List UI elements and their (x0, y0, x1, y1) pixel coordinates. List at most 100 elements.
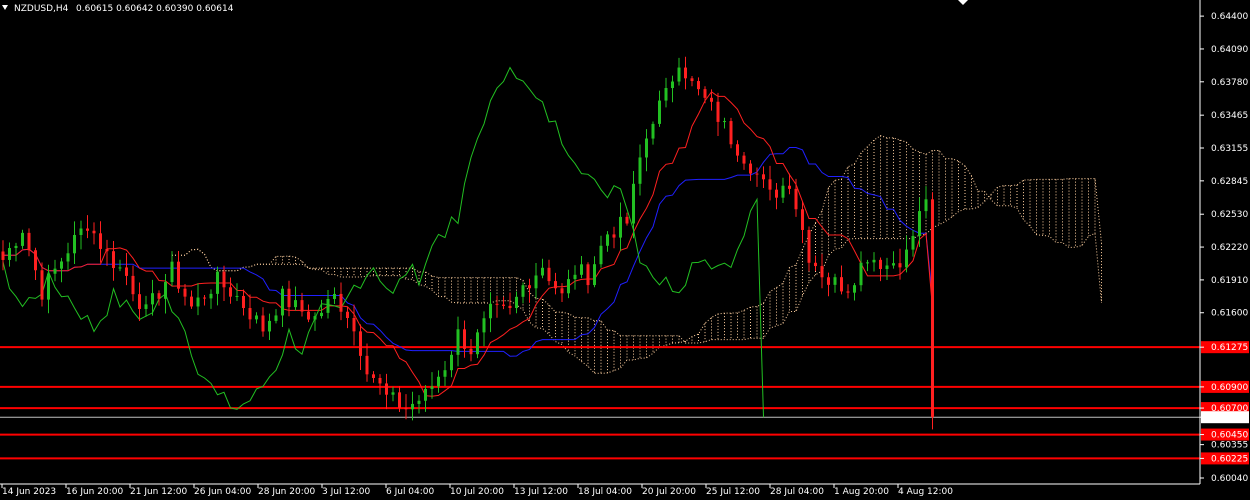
candle[interactable] (131, 265, 135, 302)
candle[interactable] (690, 76, 694, 87)
candle[interactable] (528, 278, 531, 303)
chart-shift-marker-icon[interactable] (958, 0, 968, 5)
candle[interactable] (339, 282, 343, 321)
candle[interactable] (853, 283, 856, 301)
candle[interactable] (515, 291, 518, 314)
candle[interactable] (209, 289, 213, 309)
candle[interactable] (385, 373, 388, 410)
candle[interactable] (723, 117, 726, 129)
candle[interactable] (625, 212, 629, 226)
candle[interactable] (612, 226, 616, 249)
candle[interactable] (430, 372, 434, 399)
candle[interactable] (164, 273, 167, 314)
candle[interactable] (443, 361, 447, 387)
candle[interactable] (827, 272, 830, 297)
price-chart[interactable]: 0.64400 0.64090 0.63780 0.63465 0.63155 0.628… (0, 0, 1250, 500)
candle[interactable] (502, 296, 505, 310)
candle[interactable] (573, 265, 577, 290)
candle[interactable] (580, 255, 583, 279)
candle[interactable] (859, 251, 863, 292)
candle[interactable] (281, 285, 284, 328)
candle[interactable] (248, 294, 252, 329)
candle[interactable] (658, 90, 661, 127)
candle[interactable] (729, 117, 733, 149)
candle[interactable] (40, 262, 44, 307)
candle[interactable] (892, 251, 895, 269)
candle[interactable] (521, 282, 525, 304)
candle[interactable] (664, 77, 668, 108)
candle[interactable] (768, 165, 772, 201)
candle[interactable] (801, 201, 804, 244)
candle[interactable] (638, 144, 642, 196)
candle[interactable] (144, 295, 148, 317)
candle[interactable] (92, 222, 96, 245)
candle[interactable] (703, 86, 707, 104)
candle[interactable] (560, 283, 564, 303)
candle[interactable] (261, 307, 265, 337)
candle[interactable] (359, 324, 362, 371)
candle[interactable] (411, 391, 414, 421)
candle[interactable] (495, 295, 499, 318)
candle[interactable] (34, 247, 37, 280)
candle[interactable] (684, 56, 687, 90)
candle[interactable] (326, 290, 330, 319)
candle[interactable] (905, 235, 908, 273)
candle[interactable] (47, 264, 50, 314)
candle[interactable] (775, 183, 778, 210)
candle[interactable] (547, 259, 551, 286)
candle[interactable] (885, 257, 889, 281)
candle[interactable] (749, 160, 752, 181)
candle[interactable] (924, 186, 928, 219)
candle[interactable] (372, 371, 375, 383)
candle[interactable] (456, 316, 460, 367)
candle[interactable] (73, 221, 76, 265)
candle[interactable] (66, 242, 70, 270)
candle[interactable] (346, 306, 349, 329)
candle[interactable] (846, 284, 850, 299)
candle[interactable] (99, 221, 102, 263)
candle[interactable] (300, 292, 304, 317)
candle[interactable] (177, 250, 180, 293)
candle[interactable] (8, 242, 11, 267)
candle[interactable] (404, 394, 408, 420)
candle[interactable] (235, 283, 239, 302)
candle[interactable] (21, 229, 24, 249)
candle[interactable] (333, 287, 336, 305)
candle[interactable] (125, 252, 128, 286)
candle[interactable] (157, 290, 161, 306)
candle[interactable] (79, 220, 83, 250)
candle[interactable] (742, 152, 746, 170)
candle[interactable] (814, 255, 817, 272)
candle[interactable] (229, 277, 232, 304)
candle[interactable] (567, 269, 570, 299)
candle[interactable] (840, 265, 843, 295)
candle[interactable] (27, 228, 31, 257)
candle[interactable] (541, 258, 544, 279)
candle[interactable] (918, 197, 921, 247)
candle[interactable] (586, 262, 590, 294)
candle[interactable] (463, 320, 466, 358)
candle[interactable] (268, 313, 271, 341)
candle[interactable] (450, 351, 453, 378)
candle[interactable] (53, 259, 57, 282)
candle[interactable] (599, 235, 603, 268)
symbol-menu-icon[interactable] (2, 5, 8, 10)
candle[interactable] (697, 77, 700, 96)
candle[interactable] (716, 92, 720, 137)
candle[interactable] (417, 395, 421, 414)
candle[interactable] (60, 257, 63, 283)
candle[interactable] (833, 273, 837, 293)
candle[interactable] (216, 266, 219, 306)
candle[interactable] (489, 292, 492, 333)
candle[interactable] (274, 309, 278, 324)
candle[interactable] (255, 312, 258, 324)
candle[interactable] (651, 121, 655, 145)
candle[interactable] (866, 259, 869, 272)
candle[interactable] (437, 370, 440, 393)
candle[interactable] (365, 343, 369, 382)
candle[interactable] (807, 226, 811, 272)
candle[interactable] (794, 178, 798, 217)
candle[interactable] (677, 57, 681, 86)
candle[interactable] (105, 239, 109, 266)
candle[interactable] (593, 256, 596, 288)
